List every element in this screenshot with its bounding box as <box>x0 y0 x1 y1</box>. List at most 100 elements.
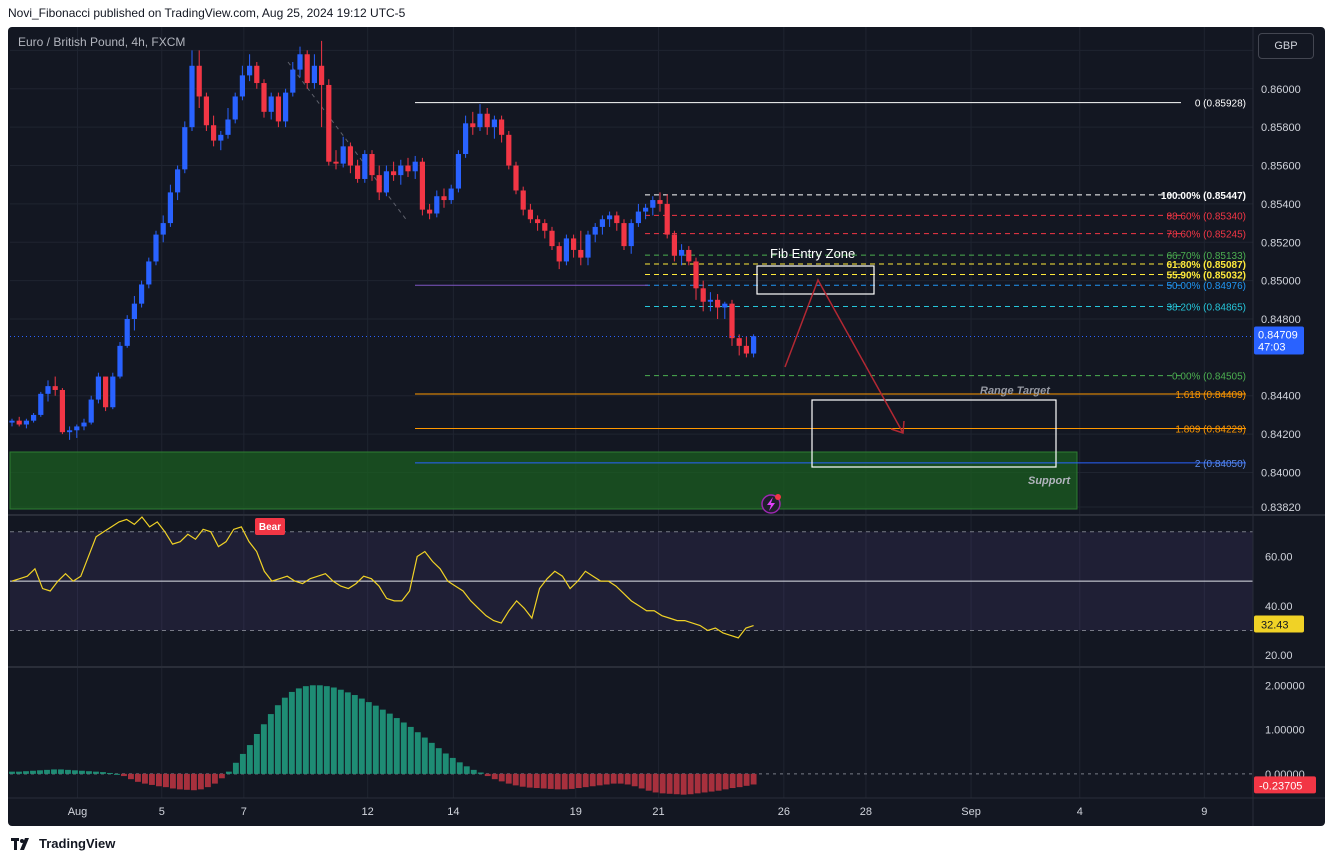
macd-bar <box>540 773 547 789</box>
candle-body <box>52 386 58 390</box>
macd-bar <box>701 773 708 793</box>
candle-body <box>175 169 181 193</box>
rsi-pane: 60.00 40.00 20.00 32.43 Bear <box>10 516 1304 662</box>
candle-body <box>110 376 116 408</box>
candle-body <box>427 209 433 214</box>
candle-body <box>196 65 202 97</box>
candle-body <box>153 234 159 262</box>
macd-bar <box>652 773 659 793</box>
fib-retracement-label: 88.60% (0.85340) <box>1166 211 1246 222</box>
candle-body <box>160 223 166 235</box>
macd-bar <box>246 745 253 774</box>
candle-body <box>268 96 274 112</box>
macd-bar <box>316 685 323 774</box>
macd-tick-label: 2.00000 <box>1265 680 1305 692</box>
tradingview-logo-icon <box>11 837 29 850</box>
time-tick-label: Aug <box>68 806 88 818</box>
candle-body <box>9 420 15 423</box>
candle-body <box>38 393 44 415</box>
candle-body <box>182 127 188 170</box>
macd-bar <box>30 770 36 774</box>
candle-body <box>81 422 87 427</box>
macd-bar <box>645 773 652 791</box>
candle-body <box>412 161 418 172</box>
macd-bar <box>498 773 505 782</box>
candle-body <box>585 234 591 258</box>
trend-line <box>287 61 409 223</box>
macd-bar <box>330 687 337 774</box>
candle-body <box>484 113 490 128</box>
macd-bar <box>65 769 71 774</box>
macd-bar <box>687 773 694 795</box>
symbol-title[interactable]: Euro / British Pound, 4h, FXCM <box>18 35 185 49</box>
candle-body <box>304 54 310 84</box>
price-tick-label: 0.85400 <box>1261 199 1301 211</box>
candle-body <box>506 134 512 166</box>
candle-body <box>31 414 37 421</box>
macd-bar <box>190 773 197 791</box>
macd-bar <box>484 773 491 777</box>
macd-bar <box>631 773 638 787</box>
macd-bar <box>610 773 617 784</box>
macd-bar <box>694 773 701 794</box>
candle-body <box>203 96 209 126</box>
candle-body <box>679 249 685 256</box>
price-tick-label: 0.85200 <box>1261 237 1301 249</box>
candle-body <box>167 192 173 224</box>
candle-body <box>340 146 346 164</box>
fib-entry-zone-box[interactable] <box>756 265 875 295</box>
macd-bar <box>211 773 218 784</box>
candle-body <box>657 200 663 204</box>
grid-lines <box>10 27 1253 798</box>
candle-body <box>88 399 94 423</box>
currency-button[interactable]: GBP <box>1258 33 1314 59</box>
macd-bar <box>267 714 274 774</box>
candle-body <box>283 92 289 122</box>
lightning-alert-icon[interactable] <box>761 494 781 514</box>
time-tick-label: 12 <box>362 806 374 818</box>
macd-bar <box>715 773 722 791</box>
candle-body <box>513 165 519 191</box>
fib-retracement-label: 38.20% (0.84865) <box>1166 303 1246 314</box>
price-axis[interactable]: 0.862000.860000.858000.856000.854000.852… <box>1261 45 1301 514</box>
candle-body <box>74 426 80 431</box>
macd-bar <box>393 718 400 774</box>
bar-countdown: 47:03 <box>1258 341 1286 353</box>
macd-bar <box>309 685 316 774</box>
chart-svg[interactable]: Support 0 (0.85928) 100.00% (0.85447) 88.6… <box>8 27 1325 826</box>
macd-bar <box>121 773 127 777</box>
candle-body <box>319 65 325 85</box>
macd-bar <box>659 773 666 794</box>
macd-bar <box>421 737 428 774</box>
price-tick-label: 0.84400 <box>1261 391 1301 403</box>
macd-bar <box>512 773 519 786</box>
candle-body <box>463 123 469 155</box>
candle-body <box>376 175 382 193</box>
macd-bar <box>288 691 295 774</box>
macd-bar <box>491 773 498 780</box>
macd-bar <box>582 773 589 788</box>
macd-bar <box>148 773 155 785</box>
price-tick-label: 0.86000 <box>1261 84 1301 96</box>
tradingview-brand[interactable]: TradingView <box>11 836 115 851</box>
candle-body <box>290 69 296 93</box>
candle-body <box>67 430 73 433</box>
macd-bar <box>79 770 85 774</box>
macd-bar <box>442 753 449 774</box>
candle-body <box>571 238 577 250</box>
macd-bar <box>44 769 50 774</box>
macd-bar <box>344 692 351 774</box>
candle-body <box>621 223 627 247</box>
time-axis[interactable]: Aug 5 7 12 14 19 21 26 28 Sep 4 9 <box>68 806 1208 818</box>
macd-bar <box>239 753 246 774</box>
time-tick-label: 7 <box>241 806 247 818</box>
chart-panel[interactable]: Support 0 (0.85928) 100.00% (0.85447) 88.6… <box>8 27 1325 826</box>
time-tick-label: 19 <box>570 806 582 818</box>
fib-retracement-label: 55.90% (0.85032) <box>1166 270 1246 281</box>
candle-body <box>261 83 267 112</box>
macd-bar <box>127 773 134 780</box>
support-zone <box>9 451 1078 510</box>
macd-bar <box>596 773 603 786</box>
candle-body <box>535 219 541 224</box>
macd-tick-label: 1.00000 <box>1265 725 1305 737</box>
